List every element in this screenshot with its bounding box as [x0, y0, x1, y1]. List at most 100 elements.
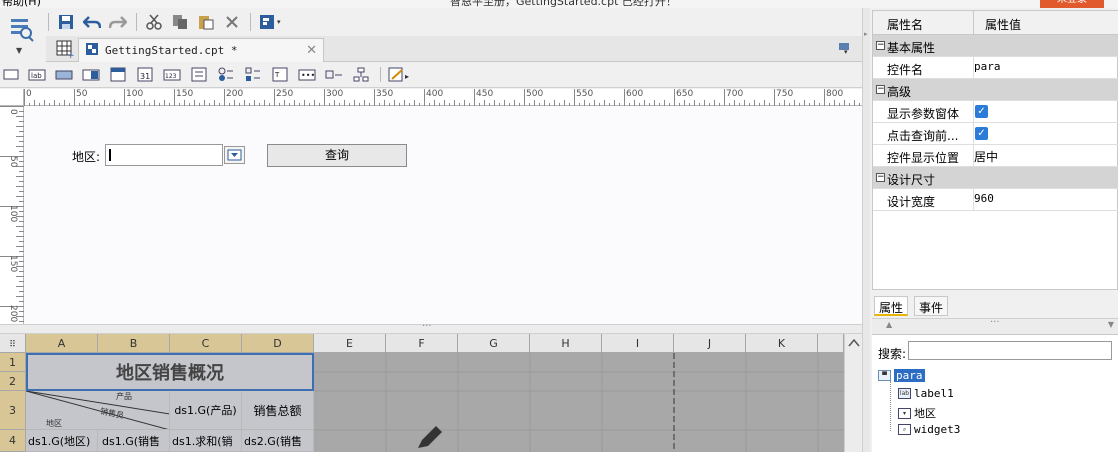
prop-control-name[interactable]: 控件名 para	[873, 57, 1118, 79]
panel-splitter[interactable]: ▸	[862, 8, 870, 452]
button-icon[interactable]	[55, 67, 73, 82]
prop-position[interactable]: 控件显示位置 居中	[873, 145, 1118, 167]
row-header[interactable]: 2	[0, 372, 26, 391]
cell-b4[interactable]: ds1.G(销售	[98, 430, 170, 452]
tree-item[interactable]: ▾ 地区	[898, 405, 936, 421]
prop-value[interactable]: 960	[974, 192, 994, 205]
diagonal-header-cell[interactable]: 产品 销售员 地区	[26, 391, 170, 430]
check-icon[interactable]	[325, 67, 343, 82]
svg-text:•••: •••	[301, 71, 315, 80]
column-header[interactable]: I	[602, 334, 674, 353]
prop-value[interactable]: 居中	[974, 148, 998, 165]
parameter-canvas[interactable]: 地区: 查询	[24, 106, 862, 324]
ruler-label: 800	[826, 89, 844, 99]
template-icon[interactable]: ▾	[258, 12, 286, 32]
query-button[interactable]: 查询	[267, 144, 407, 167]
tab-attributes[interactable]: 属性	[874, 296, 909, 316]
checkbox-group-icon[interactable]	[244, 67, 262, 82]
svg-text:▾: ▾	[277, 18, 281, 26]
collapse-icon[interactable]: −	[876, 41, 885, 50]
prop-design-width[interactable]: 设计宽度 960	[873, 189, 1118, 211]
column-header[interactable]: D	[242, 334, 314, 353]
redo-icon[interactable]	[108, 12, 128, 32]
region-dropdown-button[interactable]	[224, 146, 245, 164]
combo-icon[interactable]	[82, 67, 100, 82]
section-basic[interactable]: − 基本属性	[873, 35, 1118, 57]
row-header[interactable]: 3	[0, 391, 26, 430]
panel-splitter-h[interactable]: ▲ ··· ▼	[872, 317, 1118, 334]
textbox-icon[interactable]	[2, 67, 20, 82]
column-header[interactable]: A	[26, 334, 98, 353]
region-input[interactable]	[105, 144, 223, 166]
tree-icon[interactable]	[190, 67, 208, 82]
show-param-checkbox[interactable]: ✓	[975, 105, 988, 118]
cell-c4[interactable]: ds1.求和(销	[170, 430, 242, 452]
column-header[interactable]: G	[458, 334, 530, 353]
vertical-scrollbar[interactable]	[844, 334, 862, 452]
ruler-label: 350	[376, 89, 394, 99]
row-header[interactable]: 4	[0, 430, 26, 452]
number-icon[interactable]: 123	[163, 67, 181, 82]
prop-click-query[interactable]: 点击查询前... ✓	[873, 123, 1118, 145]
copy-icon[interactable]	[170, 12, 190, 32]
label-icon[interactable]: lab	[28, 67, 46, 82]
column-header[interactable]: B	[98, 334, 170, 353]
new-sheet-icon[interactable]: +	[56, 40, 75, 61]
tree-item[interactable]: lab label1	[898, 387, 954, 400]
datetime-icon[interactable]	[109, 67, 127, 82]
cell-d4[interactable]: ds2.G(销售	[242, 430, 314, 452]
column-header[interactable]: C	[170, 334, 242, 353]
tree-item[interactable]: ⌕ widget3	[898, 423, 960, 436]
tab-events[interactable]: 事件	[914, 296, 949, 316]
radio-icon[interactable]	[217, 67, 235, 82]
ruler-label: 600	[626, 89, 644, 99]
section-label: 设计尺寸	[887, 173, 936, 187]
splitter[interactable]: ···	[0, 321, 862, 334]
prop-value[interactable]: para	[974, 60, 1001, 73]
column-header[interactable]: E	[314, 334, 386, 353]
close-icon[interactable]: ✕	[306, 43, 317, 58]
section-design[interactable]: − 设计尺寸	[873, 167, 1118, 189]
cell-d3[interactable]: 销售总额	[242, 391, 314, 430]
parameter-pane-icon: ▀	[878, 370, 891, 381]
password-icon[interactable]: •••	[298, 67, 316, 82]
row-header[interactable]: 1	[0, 353, 26, 372]
column-header[interactable]: J	[674, 334, 746, 353]
click-query-checkbox[interactable]: ✓	[975, 127, 988, 140]
tab-gettingstarted[interactable]: GettingStarted.cpt * ✕	[78, 38, 324, 62]
cut-icon[interactable]	[144, 12, 164, 32]
ruler-label: 750	[776, 89, 794, 99]
edit-icon[interactable]: ▸	[387, 67, 413, 82]
section-advanced[interactable]: − 高级	[873, 79, 1118, 101]
section-label: 基本属性	[887, 41, 936, 55]
cell-c3[interactable]: ds1.G(产品)	[170, 391, 242, 430]
spreadsheet[interactable]: ⠿ A B C D E F G H I J K 1 2 3 4 地区销售概况 产…	[0, 334, 862, 452]
search-input[interactable]	[908, 341, 1112, 360]
help-menu[interactable]: 帮助(H)	[2, 0, 41, 8]
prop-label: 控件显示位置	[887, 151, 960, 165]
treecombo-icon[interactable]	[352, 67, 370, 82]
undo-icon[interactable]	[82, 12, 102, 32]
report-title-cell[interactable]: 地区销售概况	[26, 353, 314, 391]
delete-icon[interactable]	[222, 12, 242, 32]
prop-show-param[interactable]: 显示参数窗体 ✓	[873, 101, 1118, 123]
collapse-icon[interactable]: −	[876, 173, 885, 182]
chevron-down-icon[interactable]: ▼	[16, 46, 22, 55]
tree-item-label: widget3	[914, 423, 961, 436]
column-header[interactable]: K	[746, 334, 818, 353]
calendar-icon[interactable]: 31	[136, 67, 154, 82]
login-button[interactable]: 未登录	[1040, 0, 1104, 8]
select-all-corner[interactable]: ⠿	[0, 334, 26, 353]
tree-root[interactable]: ▀ para	[878, 369, 925, 382]
ruler-label: 200	[226, 89, 244, 99]
collapse-icon[interactable]: −	[876, 85, 885, 94]
tab-menu-icon[interactable]: ▾	[838, 42, 852, 57]
save-icon[interactable]	[56, 12, 76, 32]
column-header[interactable]: F	[386, 334, 458, 353]
paste-icon[interactable]	[196, 12, 216, 32]
cell-a4[interactable]: ds1.G(地区)	[26, 430, 98, 452]
column-header[interactable]: H	[530, 334, 602, 353]
textarea-icon[interactable]: T	[271, 67, 289, 82]
region-label: 地区:	[72, 150, 101, 164]
preview-icon[interactable]	[9, 16, 35, 45]
